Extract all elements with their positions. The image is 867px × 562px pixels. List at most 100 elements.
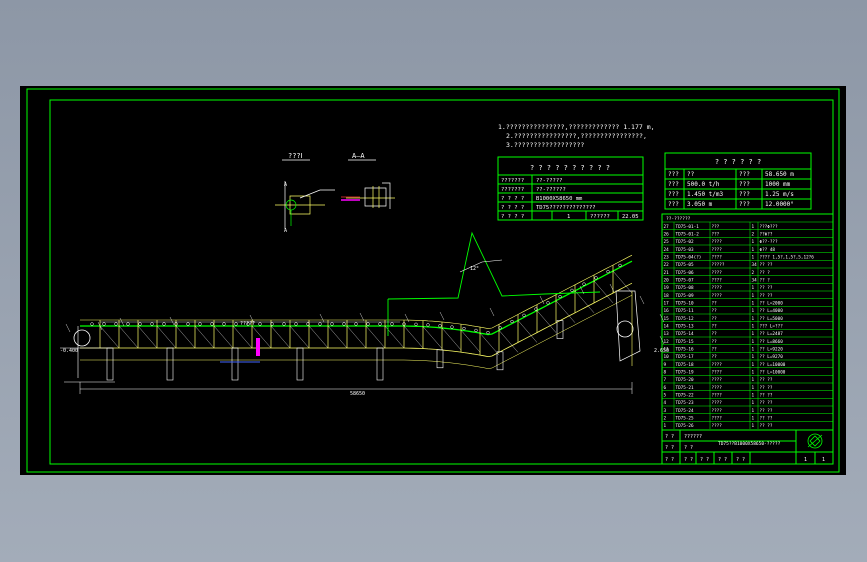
title-block-r3c4: ? ? <box>718 457 727 463</box>
parts-cell: ???? <box>712 239 723 245</box>
parts-cell: ???? <box>712 408 723 414</box>
parts-cell: 15 <box>664 316 670 322</box>
parts-cell: ?? ? <box>760 270 771 276</box>
idler <box>582 282 586 286</box>
parts-cell: 21 <box>664 270 670 276</box>
support-leg <box>296 347 304 381</box>
title-block-r3c5: ? ? <box>736 457 745 463</box>
title-block-r3c2: ? ? <box>684 457 693 463</box>
truss-brace <box>555 300 576 323</box>
parts-cell: 3 <box>664 408 667 414</box>
callout-leader <box>639 295 645 305</box>
parts-cell: 25 <box>664 239 670 245</box>
idler <box>186 322 190 326</box>
truss-brace <box>346 325 367 349</box>
parts-cell: ?? <box>712 354 718 360</box>
idler <box>546 301 550 305</box>
drawing-notes: 1.???????????????,????????????? 1.177 m,… <box>498 123 655 149</box>
section-view-2-label: A–A <box>352 152 365 160</box>
idler <box>570 288 574 293</box>
truss-brace <box>441 327 462 351</box>
note-line-1: 1.???????????????,????????????? 1.177 m, <box>498 123 655 131</box>
parts-cell: 34 <box>752 262 758 268</box>
idler <box>618 263 622 268</box>
note-line-3: 3.?????????????????? <box>506 141 584 149</box>
parts-cell: TD75-15 <box>676 339 695 345</box>
title-block-r3c7: 1 <box>822 457 825 463</box>
idler <box>222 322 226 326</box>
parts-cell: ?? L=2487 <box>760 331 784 337</box>
parts-cell: TD75-05 <box>676 262 695 268</box>
truss-brace <box>137 325 158 349</box>
parts-cell: 12 <box>664 339 670 345</box>
callout-leader <box>404 313 410 323</box>
truss-brace <box>574 290 595 313</box>
parts-cell: ??Φ?? <box>760 232 773 238</box>
parts-cell: 1 <box>752 316 755 322</box>
parts-list: ??-?????? 27 TD75-01-1??? 1 ???Φ???26 TD75-0… <box>661 213 834 431</box>
parts-cell: ?? L=9270 <box>760 354 784 360</box>
spec-row-3-label: ? ? ? ? <box>501 196 524 202</box>
truss-brace <box>156 325 177 349</box>
parts-cell: TD75-13 <box>676 324 695 330</box>
spec-row-4-value: TD75?????????????? <box>536 205 596 211</box>
parts-cell: ?? ?? <box>760 416 773 422</box>
parts-cell: ???? <box>712 385 723 391</box>
parts-cell: ?? ?? <box>760 408 773 414</box>
parts-cell: ?? L=2000 <box>760 301 784 307</box>
cad-viewport[interactable]: 1.???????????????,????????????? 1.177 m,… <box>20 86 846 475</box>
parts-cell: ?? <box>712 301 718 307</box>
truss-brace <box>612 270 633 294</box>
parts-cell: 1 <box>752 362 755 368</box>
truss-brace <box>422 326 443 349</box>
parts-cell: TD75-07 <box>676 278 695 284</box>
conveyor-drawing: 1.???????????????,????????????? 1.177 m,… <box>26 88 840 473</box>
parts-cell: 1 <box>752 347 755 353</box>
idler <box>198 322 202 326</box>
param-table: ? ? ? ? ? ? ???????? 58.650 m??? 500.0 t/h… <box>664 152 812 210</box>
parts-cell: 1 <box>752 285 755 291</box>
parts-cell: ???? <box>712 416 723 422</box>
idler <box>378 322 382 326</box>
param-cell: ??? <box>739 191 750 198</box>
parts-cell: 34 <box>752 278 758 284</box>
idler <box>234 322 238 326</box>
idler <box>258 322 262 326</box>
parts-cell: 2 <box>664 416 667 422</box>
spec-row-4-label: ? ? ? ? <box>501 205 524 211</box>
callout-leader <box>65 323 71 333</box>
idler <box>426 323 430 327</box>
title-block-r2c1: ? ? <box>665 445 674 451</box>
parts-cell: TD75-26 <box>676 423 695 429</box>
parts-cell: ???? <box>712 255 723 261</box>
head-pulley <box>616 320 634 338</box>
parts-cell: TD75-03 <box>676 247 695 253</box>
parts-cell: TD75-21 <box>676 385 695 391</box>
parts-cell: 8 <box>664 370 667 376</box>
title-block-r3c3: ? ? <box>700 457 709 463</box>
idler <box>282 322 286 326</box>
section-view-1: ???Ⅰ A A <box>275 152 335 234</box>
head-height-label: 2.650 <box>654 348 669 354</box>
truss-brace <box>536 310 557 333</box>
parts-cell: TD75-01-1 <box>676 224 700 230</box>
support-leg <box>496 351 504 371</box>
parts-cell: 1 <box>752 331 755 337</box>
spec-footer-2: 1 <box>567 214 570 220</box>
parts-cell: 1 <box>752 324 755 330</box>
truss-brace <box>365 325 386 349</box>
parts-cell: ???? <box>712 423 723 429</box>
incline-angle-dimension: 12° <box>470 266 479 272</box>
parts-cell: ?? ?? <box>760 285 773 291</box>
param-cell: ??? <box>668 201 679 208</box>
parts-cell: ???? <box>712 393 723 399</box>
parts-cell: 19 <box>664 285 670 291</box>
idler <box>390 322 394 326</box>
param-cell: ?? <box>687 171 695 178</box>
parts-cell: TD75-20 <box>676 377 695 383</box>
svg-text:A: A <box>284 182 287 188</box>
parts-cell: ?? ?? <box>760 293 773 299</box>
parts-cell: 1 <box>752 301 755 307</box>
parts-cell: 6 <box>664 385 667 391</box>
parts-cell: TD75-22 <box>676 393 695 399</box>
